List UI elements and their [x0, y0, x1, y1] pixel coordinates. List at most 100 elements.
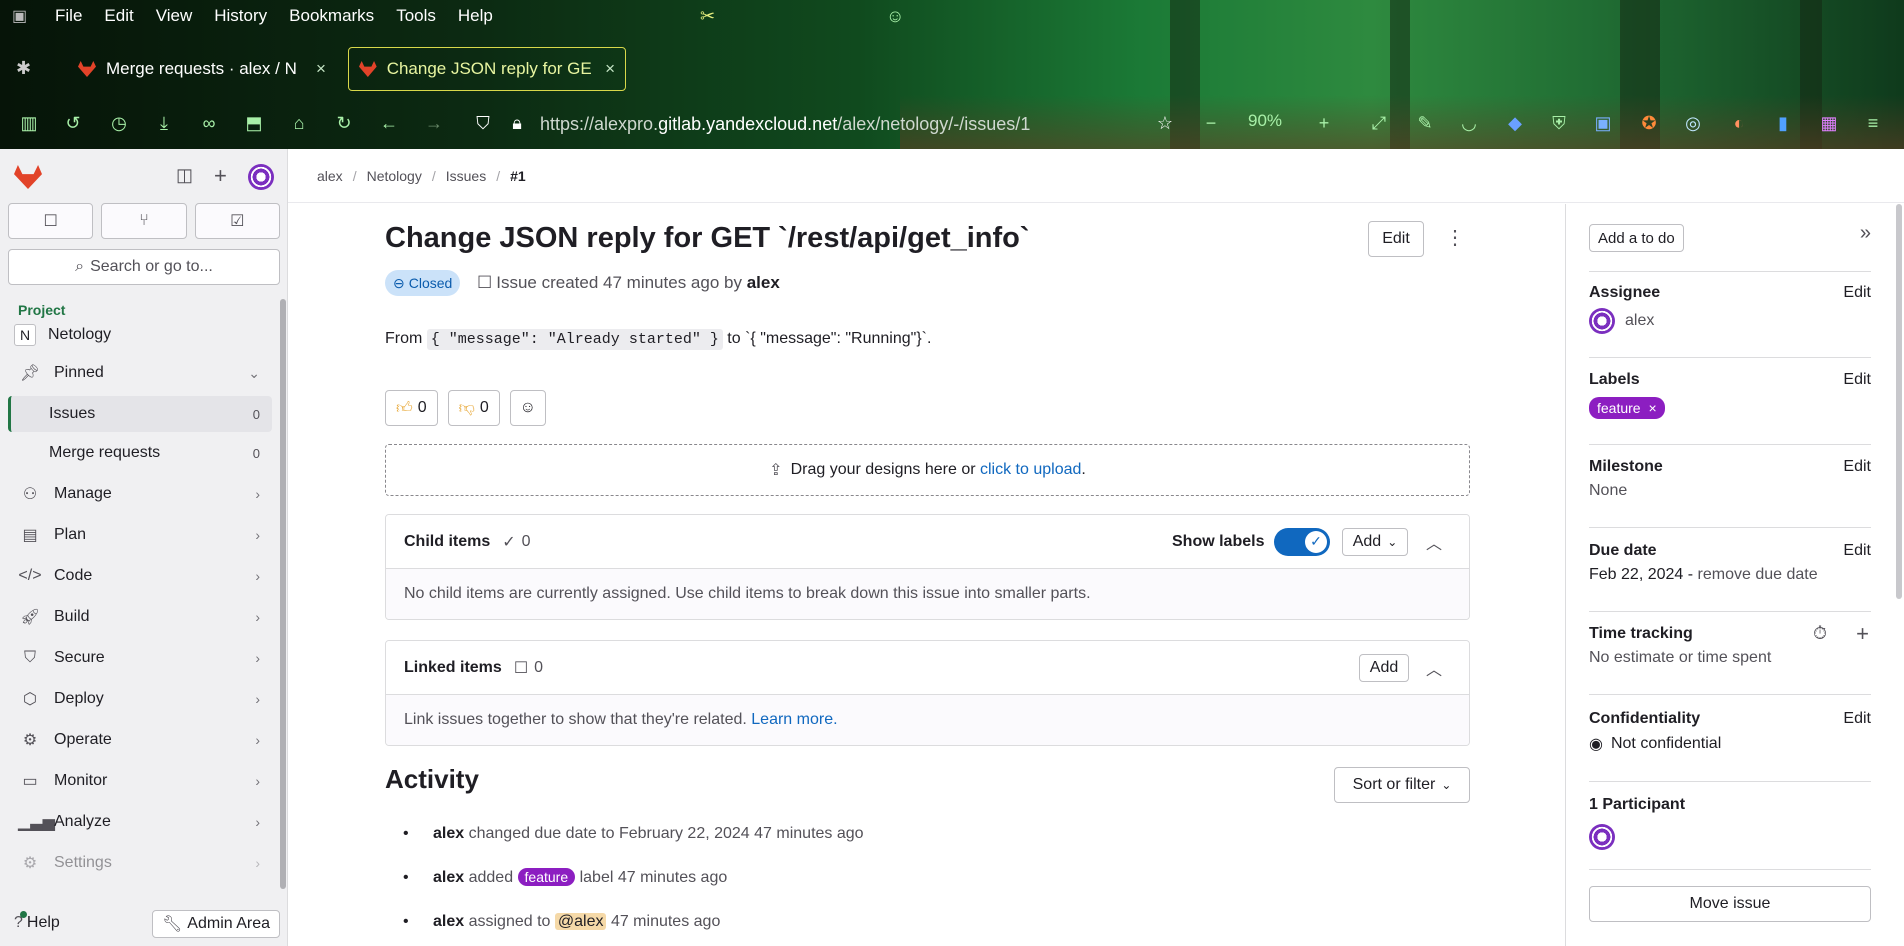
ublock-icon[interactable]: ⛨	[1548, 112, 1570, 134]
extension-icon[interactable]: ⬒	[243, 112, 265, 134]
learn-more-link[interactable]: Learn more.	[751, 711, 837, 729]
collapse-sidebar-icon[interactable]: ◫	[176, 165, 193, 186]
back-icon[interactable]: ←	[378, 112, 400, 134]
hamburger-menu-icon[interactable]: ≡	[1862, 112, 1884, 134]
forward-icon[interactable]: →	[423, 112, 445, 134]
activity-user[interactable]: alex	[433, 869, 464, 886]
sidebar-item-project[interactable]: N Netology	[8, 317, 272, 353]
thumbs-up-button[interactable]: 👍︎ 0	[385, 390, 438, 426]
tab-merge-requests[interactable]: Merge requests · alex / N ×	[78, 47, 330, 91]
shield-icon[interactable]: ⛉	[472, 112, 494, 134]
ext-fox-icon[interactable]: ✪	[1638, 112, 1660, 134]
remove-due-date-link[interactable]: remove due date	[1698, 566, 1818, 584]
sidebar-toggle-icon[interactable]: ▥	[18, 112, 40, 134]
ext-book-icon[interactable]: ▮	[1772, 112, 1794, 134]
show-labels-toggle[interactable]	[1274, 527, 1330, 556]
sidebar-item-secure[interactable]: ⛉ Secure ›	[8, 640, 272, 676]
download-icon[interactable]: ⤓	[153, 112, 175, 134]
menu-help[interactable]: Help	[447, 6, 504, 26]
add-todo-button[interactable]: Add a to do	[1589, 224, 1684, 252]
remove-label-icon[interactable]: ×	[1648, 400, 1656, 416]
sidebar-item-issues[interactable]: Issues 0	[8, 396, 272, 432]
sidebar-item-code[interactable]: </> Code ›	[8, 558, 272, 594]
reload-icon[interactable]: ↻	[333, 112, 355, 134]
participant-avatar[interactable]	[1589, 824, 1615, 850]
right-sidebar-scrollbar[interactable]	[1896, 204, 1902, 599]
fullscreen-icon[interactable]: ⤢	[1368, 112, 1390, 134]
ext-l-icon[interactable]: ◆	[1504, 112, 1526, 134]
breadcrumb-item-alex[interactable]: alex	[317, 168, 343, 184]
create-new-icon[interactable]: +	[214, 163, 227, 189]
breadcrumb-item-issues[interactable]: Issues	[446, 168, 486, 184]
activity-user[interactable]: alex	[433, 825, 464, 842]
author-link[interactable]: alex	[747, 273, 780, 292]
sidebar-scrollbar[interactable]	[280, 299, 286, 889]
upload-link[interactable]: click to upload	[980, 461, 1081, 479]
sidebar-item-plan[interactable]: ▤ Plan ›	[8, 517, 272, 553]
sidebar-item-merge-requests[interactable]: Merge requests 0	[8, 435, 272, 471]
more-actions-icon[interactable]: ⋮	[1445, 225, 1465, 250]
menu-tools[interactable]: Tools	[385, 6, 447, 26]
firefox-view-icon[interactable]: ✱	[16, 58, 31, 79]
palette-icon[interactable]: ◐	[1728, 112, 1750, 134]
sidebar-item-operate[interactable]: ⚙ Operate ›	[8, 722, 272, 758]
zoom-out-icon[interactable]: −	[1200, 112, 1222, 134]
user-icon[interactable]: ☺	[886, 6, 904, 27]
edit-labels-button[interactable]: Edit	[1843, 371, 1871, 389]
menu-bookmarks[interactable]: Bookmarks	[278, 6, 385, 26]
sidebar-item-deploy[interactable]: ⬡ Deploy ›	[8, 681, 272, 717]
save-icon[interactable]: ▣	[1592, 112, 1614, 134]
collapse-icon[interactable]: ︿	[1426, 656, 1442, 680]
menu-history[interactable]: History	[203, 6, 278, 26]
sidebar-item-settings[interactable]: ⚙ Settings ›	[8, 845, 272, 881]
sidebar-item-build[interactable]: 🚀︎ Build ›	[8, 599, 272, 635]
user-mention[interactable]: @alex	[554, 913, 607, 930]
zoom-in-icon[interactable]: +	[1313, 112, 1335, 134]
add-linked-button[interactable]: Add	[1359, 653, 1409, 682]
close-tab-icon[interactable]: ×	[316, 59, 326, 79]
collapse-icon[interactable]: ︿	[1426, 530, 1442, 554]
thumbs-down-button[interactable]: 👎︎ 0	[447, 390, 500, 426]
search-button[interactable]: ⌕ Search or go to...	[8, 249, 280, 285]
gitlab-logo-icon[interactable]	[14, 165, 42, 189]
close-tab-icon[interactable]: ×	[605, 59, 615, 79]
wrench-icon[interactable]: ✎	[1414, 112, 1436, 134]
merge-requests-button[interactable]: ⑂	[101, 203, 187, 239]
add-child-button[interactable]: Add ⌄	[1342, 527, 1408, 556]
menu-file[interactable]: File	[44, 6, 93, 26]
breadcrumb-item-netology[interactable]: Netology	[367, 168, 422, 184]
edit-milestone-button[interactable]: Edit	[1843, 458, 1871, 476]
stopwatch-icon[interactable]: ⏱︎	[1813, 623, 1827, 644]
edit-confidentiality-button[interactable]: Edit	[1843, 710, 1871, 728]
url-bar[interactable]: https://alexpro. gitlab.yandexcloud.net/a…	[540, 109, 1190, 139]
activity-user[interactable]: alex	[433, 913, 464, 930]
zoom-level[interactable]: 90%	[1248, 111, 1282, 131]
label-pill[interactable]: feature ×	[1589, 397, 1665, 419]
edit-due-date-button[interactable]: Edit	[1843, 542, 1871, 560]
tab-issue[interactable]: Change JSON reply for GE ×	[348, 47, 626, 91]
edit-assignee-button[interactable]: Edit	[1843, 284, 1871, 302]
pocket-icon[interactable]: ◡	[1458, 112, 1480, 134]
label-pill[interactable]: feature	[517, 868, 576, 886]
ext-grid-icon[interactable]: ▦	[1818, 112, 1840, 134]
move-issue-button[interactable]: Move issue	[1589, 886, 1871, 922]
todos-button[interactable]: ☑	[194, 203, 280, 239]
sidebar-item-analyze[interactable]: ▁▃▅ Analyze ›	[8, 804, 272, 840]
breadcrumb-item-current[interactable]: #1	[510, 168, 526, 184]
sidebar-item-monitor[interactable]: ▭ Monitor ›	[8, 763, 272, 799]
bookmark-star-icon[interactable]: ☆	[1154, 112, 1176, 134]
home-icon[interactable]: ⌂	[288, 112, 310, 134]
assignee-value[interactable]: alex	[1589, 308, 1871, 334]
menu-edit[interactable]: Edit	[93, 6, 144, 26]
design-dropzone[interactable]: ⇪ Drag your designs here or click to upl…	[385, 444, 1470, 496]
history-icon[interactable]: ↺	[62, 112, 84, 134]
mask-icon[interactable]: ∞	[198, 112, 220, 134]
edit-issue-button[interactable]: Edit	[1368, 221, 1424, 257]
add-time-icon[interactable]: +	[1856, 621, 1869, 647]
assigned-issues-button[interactable]: ☐	[8, 203, 94, 239]
clock-icon[interactable]: ◷	[108, 112, 130, 134]
ext-refresh-icon[interactable]: ◎	[1682, 112, 1704, 134]
sidebar-item-pinned[interactable]: 📌︎ Pinned ⌄	[8, 355, 272, 391]
admin-area-button[interactable]: 🔧︎ Admin Area	[152, 910, 280, 938]
user-avatar[interactable]	[248, 164, 274, 190]
